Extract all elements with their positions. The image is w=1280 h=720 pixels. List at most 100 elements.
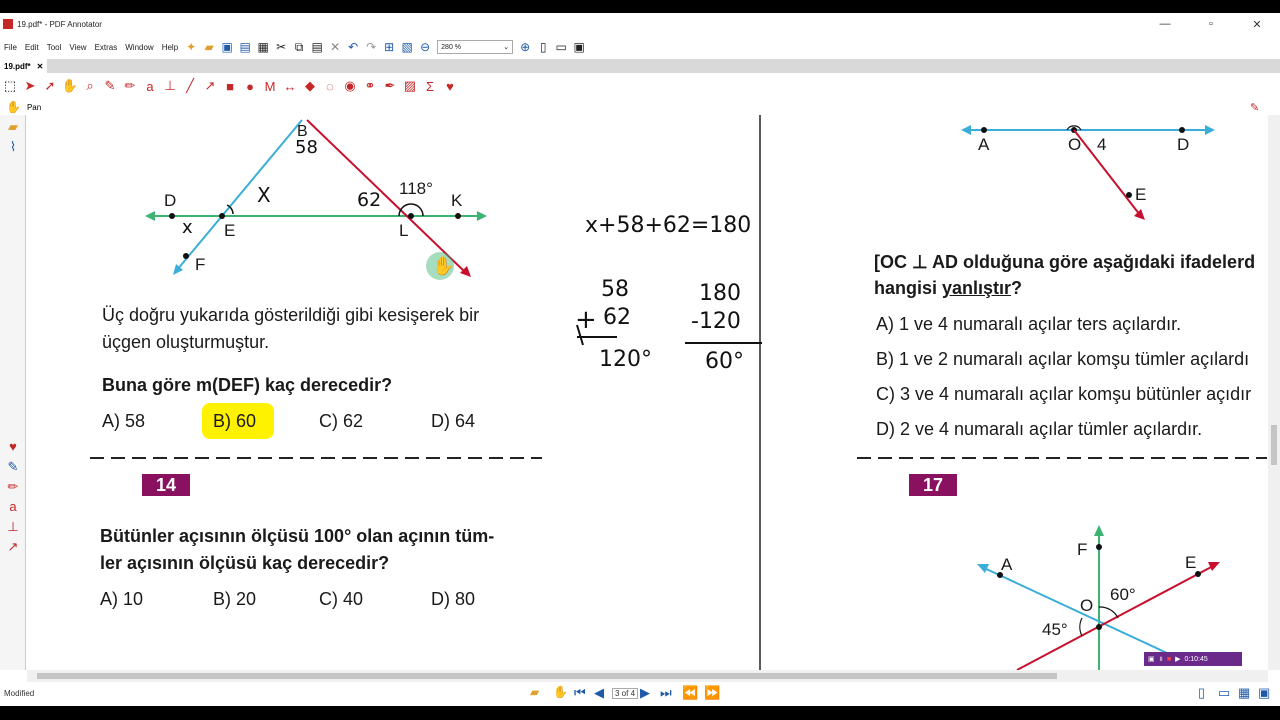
- active-tool-label: Pan: [26, 102, 42, 112]
- fit-page-icon[interactable]: ▯: [535, 39, 551, 55]
- ellipse-icon[interactable]: ●: [240, 76, 260, 96]
- marker-icon[interactable]: ✏: [4, 479, 22, 495]
- single-page-view-icon[interactable]: ▯: [1198, 685, 1205, 701]
- label-f: F: [195, 255, 206, 274]
- grid-icon[interactable]: ▧: [399, 39, 415, 55]
- next-page-icon[interactable]: ▶: [640, 685, 650, 701]
- delete-icon[interactable]: ✕: [327, 39, 343, 55]
- paste-icon[interactable]: ▤: [309, 39, 325, 55]
- zoom-out-icon[interactable]: ⊖: [417, 39, 433, 55]
- select-text-icon[interactable]: ➚: [40, 76, 60, 96]
- minimize-button[interactable]: —: [1142, 13, 1188, 35]
- fit-width-icon[interactable]: ▭: [553, 39, 569, 55]
- page-indicator[interactable]: 3 of 4: [612, 688, 639, 699]
- last-page-icon[interactable]: ⏭: [660, 685, 672, 701]
- maximize-button[interactable]: ▫: [1188, 13, 1234, 35]
- pages-icon[interactable]: ▰: [530, 685, 539, 699]
- option-d: D) 64: [431, 411, 476, 431]
- cut-icon[interactable]: ✂: [273, 39, 289, 55]
- pin-icon[interactable]: ✎: [1250, 101, 1259, 114]
- folder-icon[interactable]: ▰: [4, 119, 22, 135]
- menu-extras[interactable]: Extras: [91, 43, 122, 52]
- app-icon: [3, 19, 13, 29]
- pen-blue-icon[interactable]: ✎: [4, 459, 22, 475]
- first-page-icon[interactable]: ⏮: [574, 685, 586, 701]
- previous-page-icon[interactable]: ◀: [594, 685, 604, 701]
- save-as-icon[interactable]: ▤: [237, 39, 253, 55]
- new-icon[interactable]: ✦: [183, 39, 199, 55]
- label-o-bottom: O: [1080, 596, 1094, 615]
- sigma-icon[interactable]: Σ: [420, 76, 440, 96]
- hand-icon[interactable]: ✋: [60, 76, 80, 96]
- zoom-select[interactable]: 280 % ⌄: [437, 40, 514, 54]
- back-icon[interactable]: ⏪: [682, 685, 698, 701]
- attachment-icon[interactable]: ⌇: [4, 139, 22, 155]
- rectangle-icon[interactable]: ■: [220, 76, 240, 96]
- question-number-badge-14: 14: [142, 474, 190, 496]
- image-icon[interactable]: ▨: [400, 76, 420, 96]
- close-window-button[interactable]: ✕: [1234, 13, 1280, 35]
- camera-icon[interactable]: ◉: [340, 76, 360, 96]
- handwritten-add-top: 58: [601, 277, 629, 302]
- menu-help[interactable]: Help: [158, 43, 182, 52]
- q14-option-d: D) 80: [431, 589, 476, 609]
- play-icon[interactable]: ▶: [1175, 655, 1180, 663]
- undo-icon[interactable]: ↶: [345, 39, 361, 55]
- fullscreen-view-icon[interactable]: ▣: [1258, 685, 1270, 701]
- syringe-icon[interactable]: ✒: [380, 76, 400, 96]
- text-box-icon[interactable]: a: [4, 499, 22, 515]
- menu-tool[interactable]: Tool: [43, 43, 66, 52]
- binoculars-icon[interactable]: ⊞: [381, 39, 397, 55]
- typewriter-icon[interactable]: a: [140, 76, 160, 96]
- two-page-view-icon[interactable]: ▦: [1238, 685, 1250, 701]
- pointer-icon[interactable]: ➤: [20, 76, 40, 96]
- menu-view[interactable]: View: [65, 43, 90, 52]
- vertical-scrollbar[interactable]: [1268, 115, 1280, 670]
- highlighter-icon[interactable]: ✏: [120, 76, 140, 96]
- tab-document[interactable]: 19.pdf* ✕: [0, 59, 48, 73]
- menu-edit[interactable]: Edit: [21, 43, 43, 52]
- menu-window[interactable]: Window: [121, 43, 157, 52]
- stamp-icon[interactable]: ⊥: [160, 76, 180, 96]
- favorite-heart-icon[interactable]: ♥: [4, 439, 22, 455]
- horizontal-scroll-thumb[interactable]: [37, 673, 1057, 679]
- pen-icon[interactable]: ✎: [100, 76, 120, 96]
- lasso-icon[interactable]: ◌: [320, 76, 340, 96]
- polygon-icon[interactable]: M: [260, 76, 280, 96]
- label-4-top: 4: [1097, 135, 1107, 154]
- save-icon[interactable]: ▣: [219, 39, 235, 55]
- angle-arc-60: [1098, 606, 1119, 619]
- pause-icon[interactable]: ॥: [1159, 655, 1163, 664]
- copy-icon[interactable]: ⧉: [291, 39, 307, 55]
- arrow-icon[interactable]: ↗: [200, 76, 220, 96]
- horizontal-scrollbar[interactable]: [27, 670, 1268, 682]
- eraser-icon[interactable]: ◆: [300, 76, 320, 96]
- magnifier-icon[interactable]: ⌕: [80, 76, 100, 96]
- stamp-side-icon[interactable]: ⊥: [4, 519, 22, 535]
- select-icon[interactable]: ⬚: [0, 76, 20, 96]
- menu-file[interactable]: File: [0, 43, 21, 52]
- hand-nav-icon[interactable]: ✋: [553, 685, 568, 699]
- redo-icon[interactable]: ↷: [363, 39, 379, 55]
- screen-recorder-widget[interactable]: ▣ ॥ ■ ▶ 0:10:45: [1144, 652, 1242, 666]
- open-icon[interactable]: ▰: [201, 39, 217, 55]
- line-icon[interactable]: ╱: [180, 76, 200, 96]
- close-tab-icon[interactable]: ✕: [37, 62, 44, 71]
- right-option-b: B) 1 ve 2 numaralı açılar komşu tümler a…: [876, 349, 1250, 369]
- title-bar: 19.pdf* - PDF Annotator — ▫ ✕: [0, 13, 1280, 35]
- document-view[interactable]: ✋ B 58 D E F L K 118° 62 X x Üç doğru yu…: [27, 115, 1267, 670]
- fullscreen-icon[interactable]: ▣: [571, 39, 587, 55]
- link-icon[interactable]: ⚭: [360, 76, 380, 96]
- arrow-side-icon[interactable]: ↗: [4, 539, 22, 555]
- zoom-in-icon[interactable]: ⊕: [517, 39, 533, 55]
- right-question-line1: [OC ⊥ AD olduğuna göre aşağıdaki ifadele…: [874, 252, 1256, 272]
- stop-icon[interactable]: ■: [1167, 656, 1171, 663]
- forward-icon[interactable]: ⏩: [704, 685, 720, 701]
- label-o-top: O: [1068, 135, 1082, 154]
- continuous-view-icon[interactable]: ▭: [1218, 685, 1230, 701]
- vertical-scroll-thumb[interactable]: [1271, 425, 1277, 465]
- print-icon[interactable]: ▦: [255, 39, 271, 55]
- heart-icon[interactable]: ♥: [440, 76, 460, 96]
- ruler-icon[interactable]: ↔: [280, 76, 300, 96]
- label-a-top: A: [978, 135, 990, 154]
